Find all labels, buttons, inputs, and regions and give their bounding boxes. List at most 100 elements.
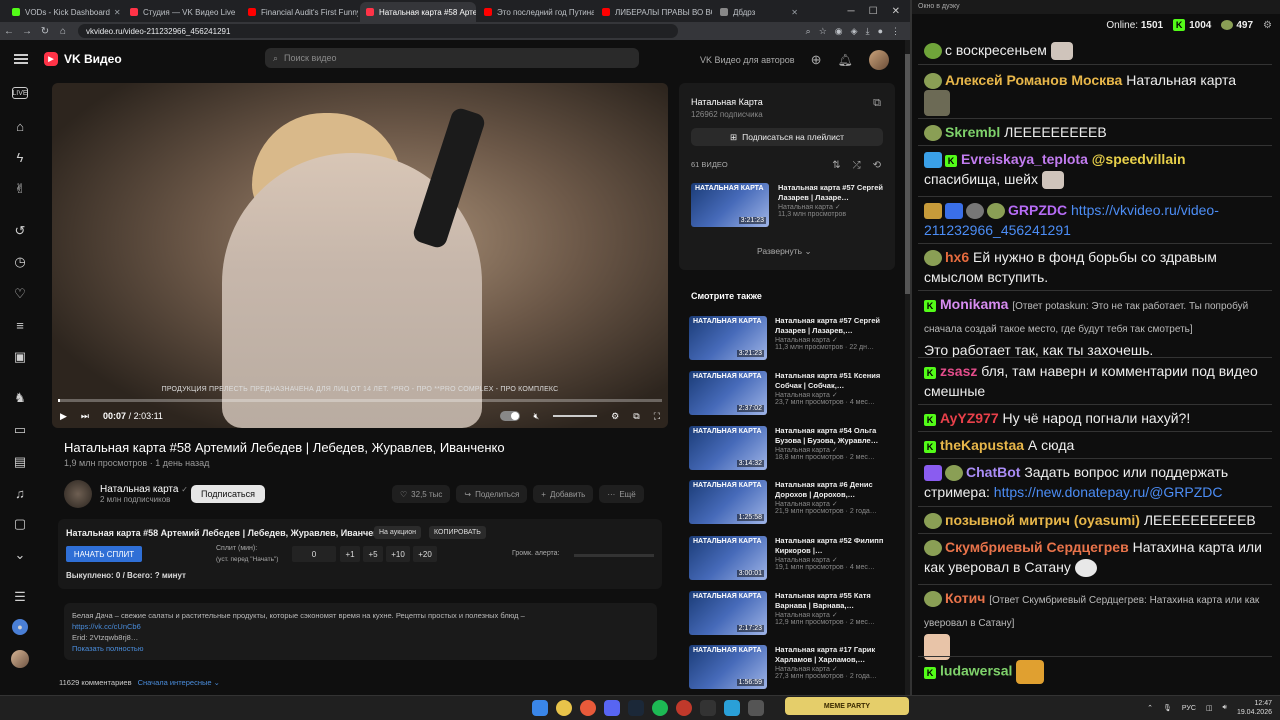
more-button[interactable]: ··· Ещё <box>599 485 644 503</box>
message-username[interactable]: Evreiskaya_teplota <box>961 151 1088 167</box>
settings-gear-icon[interactable]: ⚙ <box>611 411 619 422</box>
zoom-icon[interactable]: ⌕ <box>806 26 811 37</box>
message-username[interactable]: AyYZ977 <box>940 410 999 426</box>
message-username[interactable]: Котич <box>945 590 985 606</box>
for-authors-link[interactable]: VK Видео для авторов <box>700 55 795 65</box>
start-split-button[interactable]: НАЧАТЬ СПЛИТ <box>66 546 142 562</box>
clock-icon[interactable]: ◷ <box>10 252 30 272</box>
shuffle-icon[interactable]: ⤮ <box>853 160 861 171</box>
telegram-icon[interactable] <box>724 700 740 716</box>
games-icon[interactable]: ♞ <box>10 388 30 408</box>
app-icon[interactable] <box>676 700 692 716</box>
home-nav-icon[interactable]: ⌂ <box>10 116 30 136</box>
message-username[interactable]: GRPZDC <box>1008 202 1067 218</box>
windows-start-icon[interactable] <box>532 700 548 716</box>
network-icon[interactable]: ◫ <box>1206 704 1213 712</box>
hamburger-menu-icon[interactable] <box>14 54 28 64</box>
meme-party-widget[interactable]: MEME PARTY <box>785 697 909 715</box>
film-icon[interactable]: ▤ <box>10 452 30 472</box>
maximize-icon[interactable]: ☐ <box>869 6 878 17</box>
url-field[interactable]: vkvideo.ru/video-211232966_456241291 <box>78 24 678 38</box>
clips-icon[interactable]: ✌︎ <box>10 179 30 199</box>
fullscreen-icon[interactable]: ⛶ <box>654 411 660 422</box>
spotify-icon[interactable] <box>652 700 668 716</box>
mute-icon[interactable]: 🔇︎ <box>534 411 540 422</box>
recommendation-card[interactable]: НАТАЛЬНАЯ КАРТА 3:21:23 Натальная карта #5… <box>689 316 889 364</box>
live-icon[interactable]: LIVE <box>12 87 28 99</box>
tv-icon[interactable]: ▢ <box>10 514 30 534</box>
playlist-icon[interactable]: ≡ <box>10 315 30 335</box>
playlist-item[interactable]: НАТАЛЬНАЯ КАРТА 3:21:23 Натальная карта #… <box>691 183 884 227</box>
video-progress-bar[interactable] <box>58 399 662 402</box>
repeat-icon[interactable]: ⟲ <box>873 160 881 171</box>
reload-icon[interactable]: ↻ <box>36 26 54 37</box>
vk-logo[interactable]: ▶ VK Видео <box>44 52 122 66</box>
search-input[interactable]: ⌕ Поиск видео <box>265 48 639 68</box>
upload-plus-icon[interactable]: ⊕ <box>811 52 822 68</box>
close-window-icon[interactable]: ✕ <box>892 6 900 17</box>
copy-playlist-icon[interactable]: ⧉ <box>873 97 881 110</box>
message-username[interactable]: ChatBot <box>966 464 1020 480</box>
playlist-title[interactable]: Натальная Карта <box>691 97 763 107</box>
user-icon[interactable]: ● <box>12 619 28 635</box>
message-link[interactable]: https://new.donatepay.ru/@GRPZDC <box>994 484 1223 500</box>
home-icon[interactable]: ⌂ <box>54 26 72 37</box>
message-username[interactable]: Скумбриевый Сердцегрев <box>945 539 1129 555</box>
subscribe-button[interactable]: Подписаться <box>191 485 265 503</box>
lightning-icon[interactable]: ϟ <box>10 147 30 167</box>
minimize-icon[interactable]: ─ <box>848 6 855 17</box>
comment-sort-dropdown[interactable]: Сначала интересные ⌄ <box>138 678 220 687</box>
mention-text[interactable]: @speedvillain <box>1092 151 1186 167</box>
recommendation-card[interactable]: НАТАЛЬНАЯ КАРТА 3:00:01 Натальная карта #5… <box>689 536 889 584</box>
book-icon[interactable]: ▭ <box>10 420 30 440</box>
profile-avatar[interactable] <box>11 650 29 668</box>
recommendation-card[interactable]: НАТАЛЬНАЯ КАРТА 3:14:32 Натальная карта #5… <box>689 426 889 474</box>
stats-icon[interactable]: ▣ <box>10 347 30 367</box>
clock[interactable]: 12:47 19.04.2026 <box>1237 699 1272 717</box>
split-minutes-input[interactable]: 0 <box>292 546 336 562</box>
chrome-icon[interactable] <box>556 700 572 716</box>
message-username[interactable]: hx6 <box>945 249 969 265</box>
message-username[interactable]: theKapustaa <box>940 437 1024 453</box>
next-icon[interactable]: ⏭︎ <box>81 411 89 422</box>
profile-icon[interactable]: ● <box>878 26 883 37</box>
notifications-bell-icon[interactable]: 🔔︎ <box>838 53 853 67</box>
play-icon[interactable]: ▶ <box>60 411 67 422</box>
browser-tab-6[interactable]: Дбдрз ✕ <box>714 2 804 22</box>
recommendation-card[interactable]: НАТАЛЬНАЯ КАРТА 1:25:58 Натальная карта #6… <box>689 480 889 528</box>
recommendation-card[interactable]: НАТАЛЬНАЯ КАРТА 2:37:02 Натальная карта #5… <box>689 371 889 419</box>
autoplay-toggle[interactable] <box>499 411 520 421</box>
back-icon[interactable]: ← <box>0 26 18 37</box>
alert-volume-slider[interactable] <box>574 554 654 557</box>
description-link[interactable]: https://vk.cc/cUnCb6 <box>72 621 649 632</box>
expand-playlist-button[interactable]: Развернуть ⌄ <box>757 246 812 257</box>
auction-tag-button[interactable]: На аукцион <box>374 526 421 539</box>
history-icon[interactable]: ↺ <box>10 221 30 241</box>
step-plus-5-button[interactable]: +5 <box>363 546 383 562</box>
language-indicator[interactable]: РУС <box>1182 705 1196 712</box>
obs-icon[interactable] <box>700 700 716 716</box>
list-check-icon[interactable]: ☰ <box>10 587 30 607</box>
add-button[interactable]: + Добавить <box>533 485 594 503</box>
message-username[interactable]: Monikama <box>940 296 1008 312</box>
browser-tab-2[interactable]: Financial Audit's First Funny✕ <box>242 2 358 22</box>
extension-icon[interactable]: ◈ <box>851 26 858 37</box>
share-button[interactable]: ↪ Поделиться <box>456 485 528 503</box>
settings-gear-icon[interactable]: ⚙ <box>1263 20 1272 31</box>
video-player[interactable]: ПРОДУКЦИЯ ПРЕЛЕСТЬ ПРЕДНАЗНАЧЕНА ДЛЯ ЛИЦ… <box>52 83 668 428</box>
miniplayer-icon[interactable]: ⧉ <box>633 411 639 422</box>
sort-icon[interactable]: ⇅ <box>832 160 840 171</box>
heart-icon[interactable]: ♡ <box>10 284 30 304</box>
like-button[interactable]: ♡ 32,5 тыс <box>392 485 451 503</box>
step-plus-20-button[interactable]: +20 <box>413 546 437 562</box>
discord-icon[interactable] <box>604 700 620 716</box>
extension-icon[interactable]: ◉ <box>835 26 843 37</box>
step-plus-1-button[interactable]: +1 <box>340 546 360 562</box>
message-username[interactable]: zsasz <box>940 363 977 379</box>
message-username[interactable]: позывной митрич (oyasumi) <box>945 512 1140 528</box>
app-icon[interactable] <box>748 700 764 716</box>
browser-tab-3[interactable]: Натальная карта #58 Артем✕ <box>360 2 476 22</box>
step-plus-10-button[interactable]: +10 <box>386 546 410 562</box>
recommendation-card[interactable]: НАТАЛЬНАЯ КАРТА 1:56:59 Натальная карта #1… <box>689 645 889 693</box>
close-icon[interactable]: ✕ <box>110 8 121 17</box>
